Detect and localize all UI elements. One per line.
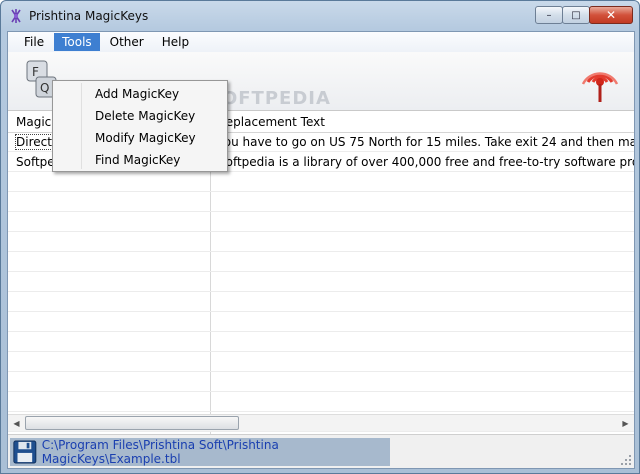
- menu-gutter: [81, 83, 82, 169]
- horizontal-scrollbar[interactable]: ◀ ▶: [8, 414, 634, 431]
- status-file-path: C:\Program Files\Prishtina Soft\Prishtin…: [10, 438, 390, 466]
- menu-file[interactable]: File: [16, 33, 52, 51]
- menu-find-magickey[interactable]: Find MagicKey: [53, 149, 227, 171]
- empty-row: [8, 393, 634, 412]
- tools-dropdown-menu: Add MagicKey Delete MagicKey Modify Magi…: [52, 80, 228, 172]
- empty-row: [8, 313, 634, 332]
- empty-row: [8, 353, 634, 372]
- empty-row: [8, 233, 634, 252]
- scroll-left-arrow-icon[interactable]: ◀: [8, 415, 25, 432]
- menu-other[interactable]: Other: [102, 33, 152, 51]
- title-bar[interactable]: Prishtina MagicKeys – □ ✕: [1, 1, 639, 31]
- minimize-button[interactable]: –: [535, 6, 563, 24]
- empty-row: [8, 193, 634, 212]
- empty-row: [8, 373, 634, 392]
- empty-row: [8, 173, 634, 192]
- window-title: Prishtina MagicKeys: [29, 9, 149, 23]
- empty-row: [8, 253, 634, 272]
- maximize-button[interactable]: □: [562, 6, 590, 24]
- cell-replacement-text: You have to go on US 75 North for 15 mil…: [218, 135, 634, 149]
- app-window: Prishtina MagicKeys – □ ✕ File Tools Oth…: [0, 0, 640, 474]
- menu-modify-magickey[interactable]: Modify MagicKey: [53, 127, 227, 149]
- status-bar: C:\Program Files\Prishtina Soft\Prishtin…: [8, 434, 634, 468]
- close-button[interactable]: ✕: [589, 6, 633, 24]
- caption-buttons: – □ ✕: [535, 6, 633, 24]
- menu-tools[interactable]: Tools: [54, 33, 100, 51]
- menu-bar: File Tools Other Help: [8, 32, 634, 52]
- empty-row: [8, 273, 634, 292]
- empty-row: [8, 213, 634, 232]
- column-header-replacement-text[interactable]: Replacement Text: [218, 115, 325, 129]
- svg-text:Q: Q: [40, 81, 49, 95]
- status-path-text: C:\Program Files\Prishtina Soft\Prishtin…: [41, 438, 279, 466]
- cell-replacement-text: Softpedia is a library of over 400,000 f…: [218, 155, 634, 169]
- scrollbar-thumb[interactable]: [25, 416, 239, 430]
- menu-delete-magickey[interactable]: Delete MagicKey: [53, 105, 227, 127]
- client-area: File Tools Other Help F Q SOFTPEDIA Magi…: [7, 31, 635, 469]
- empty-row: [8, 333, 634, 352]
- app-icon: [11, 9, 21, 23]
- scroll-right-arrow-icon[interactable]: ▶: [617, 415, 634, 432]
- broadcast-antenna-icon[interactable]: [580, 60, 620, 104]
- floppy-disk-icon: [13, 440, 37, 464]
- menu-add-magickey[interactable]: Add MagicKey: [53, 83, 227, 105]
- empty-row: [8, 293, 634, 312]
- menu-help[interactable]: Help: [154, 33, 197, 51]
- resize-grip-icon[interactable]: [620, 454, 632, 466]
